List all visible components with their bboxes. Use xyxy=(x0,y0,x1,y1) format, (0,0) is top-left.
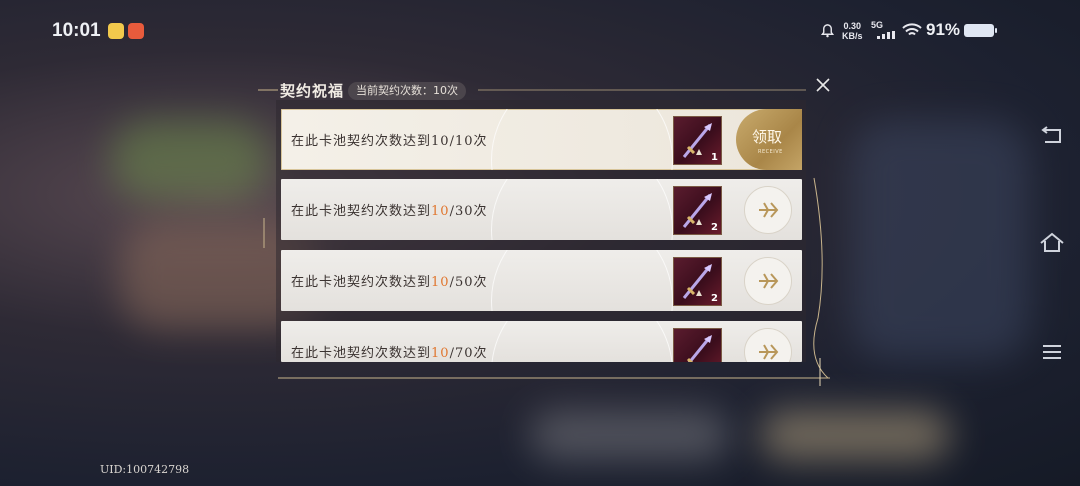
condition-progress: 10 xyxy=(431,204,450,219)
condition-progress: 10 xyxy=(431,134,450,149)
condition-text: 在此卡池契约次数达到 xyxy=(291,204,432,219)
bg-blur-shape xyxy=(110,120,270,200)
row-decoration xyxy=(491,179,673,240)
battery-icon xyxy=(964,24,997,37)
row-condition: 在此卡池契约次数达到10/10次 xyxy=(291,130,488,149)
bg-blur-shape xyxy=(850,120,1030,360)
menu-icon[interactable] xyxy=(1038,338,1066,366)
clock: 10:01 xyxy=(52,20,101,41)
reward-item[interactable]: 2 xyxy=(673,257,722,306)
goto-button[interactable] xyxy=(744,257,792,305)
close-button[interactable] xyxy=(812,74,834,96)
back-icon[interactable] xyxy=(1038,122,1066,150)
reward-quantity: 2 xyxy=(711,222,718,233)
battery-percent: 91% xyxy=(926,20,961,39)
condition-target: /70次 xyxy=(449,346,488,361)
goto-button[interactable] xyxy=(744,328,792,362)
current-contract-count: 当前契约次数：10次 xyxy=(348,82,466,100)
reward-item[interactable]: 1 xyxy=(673,116,722,165)
weibo-notification-icon xyxy=(128,23,144,39)
user-id: UID:100742798 xyxy=(100,463,190,476)
condition-target: /30次 xyxy=(449,204,488,219)
row-decoration xyxy=(491,321,673,362)
condition-text: 在此卡池契约次数达到 xyxy=(291,275,432,290)
receive-label: 领取 xyxy=(752,128,783,146)
reward-row: 在此卡池契约次数达到10/70次 xyxy=(281,321,802,362)
app-notification-icon xyxy=(108,23,124,39)
star-arrow-icon xyxy=(759,344,779,360)
reward-quantity: 2 xyxy=(711,293,718,304)
row-decoration xyxy=(491,250,673,311)
row-condition: 在此卡池契约次数达到10/30次 xyxy=(291,200,488,219)
status-bar: 10:01 0.30 KB/s 5G 91% xyxy=(0,0,1080,62)
condition-progress: 10 xyxy=(431,346,450,361)
bg-blur-shape xyxy=(530,410,730,460)
wifi-icon xyxy=(902,23,922,36)
dialog-title: 契约祝福 xyxy=(280,82,345,100)
condition-target: /50次 xyxy=(449,275,488,290)
condition-target: /10次 xyxy=(449,134,488,149)
row-condition: 在此卡池契约次数达到10/70次 xyxy=(291,342,488,361)
reward-item[interactable] xyxy=(673,328,722,362)
receive-button[interactable]: 领取 RECEIVE xyxy=(736,109,802,170)
receive-sublabel: RECEIVE xyxy=(758,149,783,155)
row-condition: 在此卡池契约次数达到10/50次 xyxy=(291,271,488,290)
network-type: 5G xyxy=(871,20,884,30)
bg-blur-shape xyxy=(760,410,950,460)
network-speed: 0.30 KB/s xyxy=(842,21,863,41)
reward-quantity: 1 xyxy=(711,152,718,163)
reward-item[interactable]: 2 xyxy=(673,186,722,235)
net-speed-unit: KB/s xyxy=(842,31,863,41)
signal-bars-icon xyxy=(877,31,895,39)
goto-button[interactable] xyxy=(744,186,792,234)
star-arrow-icon xyxy=(759,273,779,289)
home-icon[interactable] xyxy=(1038,229,1066,257)
row-decoration xyxy=(491,109,673,170)
condition-progress: 10 xyxy=(431,275,450,290)
reward-row: 在此卡池契约次数达到10/10次 1 领取 RECEIVE xyxy=(281,109,802,170)
close-icon xyxy=(816,78,830,92)
weapon-icon xyxy=(686,335,712,362)
star-arrow-icon xyxy=(759,202,779,218)
alarm-icon xyxy=(820,24,835,38)
reward-row: 在此卡池契约次数达到10/30次 2 xyxy=(281,179,802,240)
reward-row: 在此卡池契约次数达到10/50次 2 xyxy=(281,250,802,311)
net-speed-value: 0.30 xyxy=(843,21,862,31)
condition-text: 在此卡池契约次数达到 xyxy=(291,134,432,149)
condition-text: 在此卡池契约次数达到 xyxy=(291,346,432,361)
